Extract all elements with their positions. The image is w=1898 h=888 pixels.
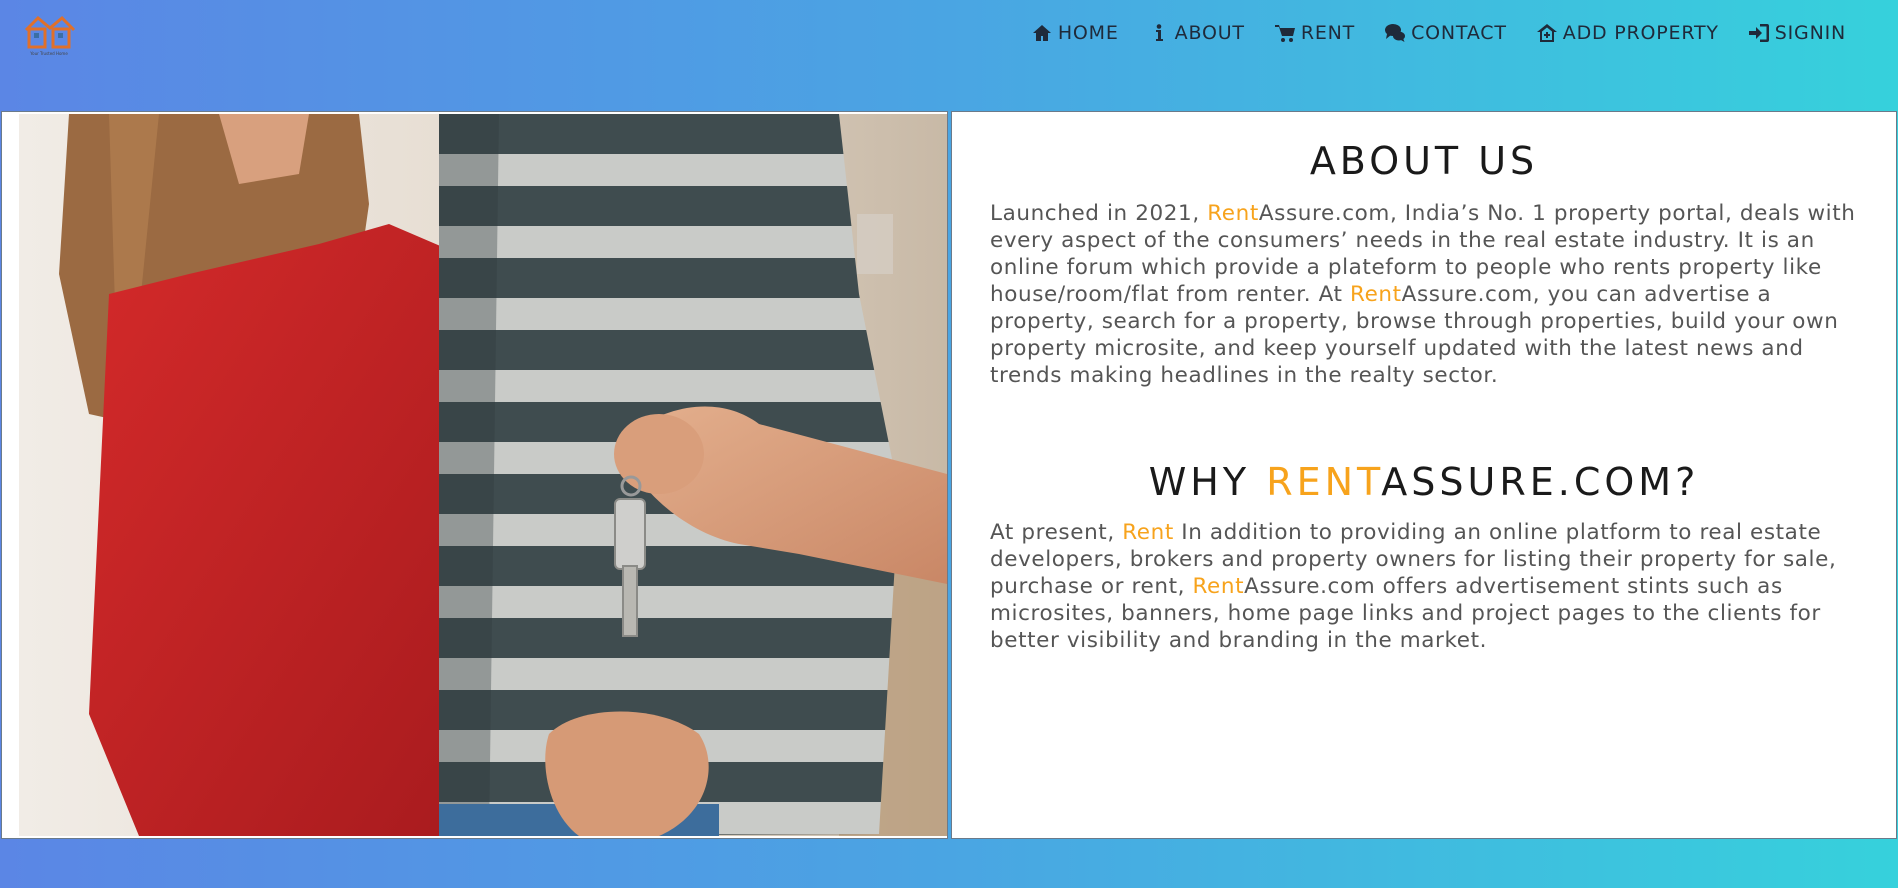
brand-highlight: Rent bbox=[1207, 201, 1259, 226]
brand-highlight: Rent bbox=[1350, 282, 1402, 307]
why-heading-part: ASSURE.COM? bbox=[1381, 460, 1700, 504]
why-heading: WHY RENTASSURE.COM? bbox=[952, 460, 1896, 504]
cart-icon bbox=[1274, 25, 1295, 42]
brand-highlight: Rent bbox=[1192, 574, 1245, 599]
signin-icon bbox=[1748, 24, 1769, 42]
nav-about[interactable]: ABOUT bbox=[1149, 18, 1245, 48]
nav-add-property[interactable]: ADD PROPERTY bbox=[1536, 18, 1719, 48]
chat-icon bbox=[1385, 24, 1406, 42]
why-text-part: At present, bbox=[990, 520, 1123, 545]
logo-icon[interactable]: Your Trusted Home bbox=[20, 8, 78, 58]
nav-rent[interactable]: RENT bbox=[1274, 18, 1356, 48]
nav-signin[interactable]: SIGNIN bbox=[1748, 18, 1846, 48]
logo-tagline: Your Trusted Home bbox=[29, 51, 68, 56]
about-text-part: Launched in 2021, bbox=[990, 201, 1208, 226]
main-nav: HOME ABOUT RENT CONTACT ADD PROPERTY SIG… bbox=[1032, 18, 1846, 48]
nav-home-label: HOME bbox=[1057, 22, 1119, 44]
key-handover-photo bbox=[19, 114, 947, 836]
house-plus-icon bbox=[1536, 24, 1557, 42]
why-paragraph: At present, Rent In addition to providin… bbox=[990, 519, 1856, 654]
photo-panel bbox=[1, 111, 948, 839]
nav-add-property-label: ADD PROPERTY bbox=[1562, 22, 1719, 44]
about-heading: ABOUT US bbox=[1309, 139, 1539, 183]
nav-about-label: ABOUT bbox=[1174, 22, 1245, 44]
why-heading-brand: RENT bbox=[1266, 460, 1382, 504]
nav-home[interactable]: HOME bbox=[1032, 18, 1119, 48]
brand-highlight: Rent bbox=[1122, 520, 1174, 545]
home-icon bbox=[1032, 25, 1051, 41]
about-paragraph: Launched in 2021, RentAssure.com, India’… bbox=[990, 200, 1856, 389]
info-icon bbox=[1155, 24, 1163, 41]
why-heading-part: WHY bbox=[1148, 460, 1267, 504]
nav-contact[interactable]: CONTACT bbox=[1385, 18, 1507, 48]
nav-signin-label: SIGNIN bbox=[1774, 22, 1846, 44]
nav-contact-label: CONTACT bbox=[1411, 22, 1507, 44]
about-panel: ABOUT US Launched in 2021, RentAssure.co… bbox=[951, 111, 1897, 839]
nav-rent-label: RENT bbox=[1300, 22, 1356, 44]
